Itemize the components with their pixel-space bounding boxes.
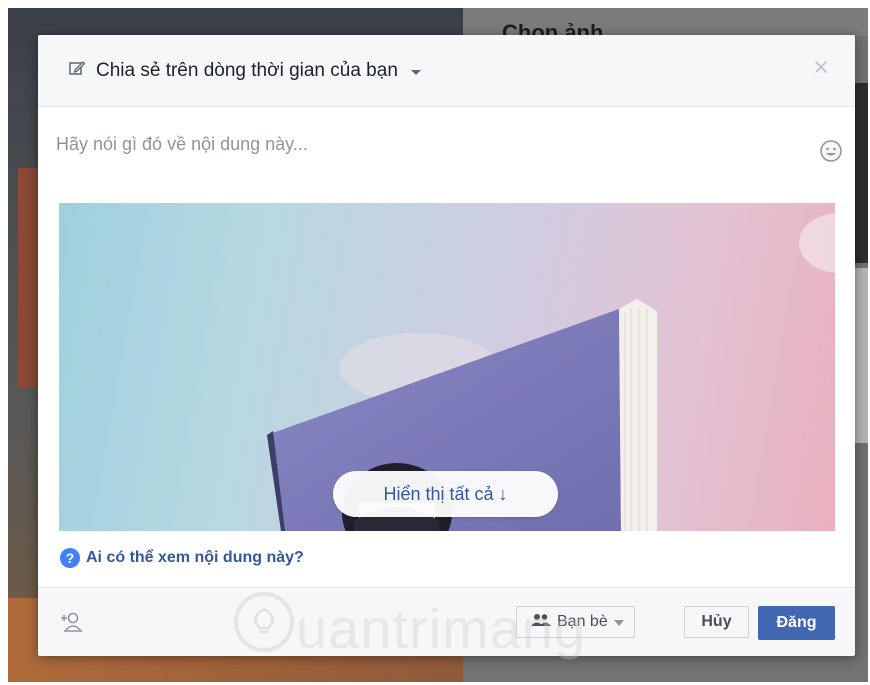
pencil-icon — [68, 59, 86, 83]
emoji-button[interactable] — [819, 139, 843, 163]
cancel-button[interactable]: Hủy — [684, 606, 749, 638]
dialog-footer: Bạn bè Hủy Đăng — [38, 587, 855, 656]
emoji-icon — [819, 140, 843, 167]
share-destination-selector[interactable]: Chia sẻ trên dòng thời gian của bạn — [68, 59, 422, 83]
status-composer-input[interactable] — [54, 128, 808, 160]
privacy-help-link[interactable]: ? Ai có thể xem nội dung này? — [60, 548, 304, 568]
chevron-down-icon — [410, 61, 422, 83]
audience-label: Bạn bè — [557, 613, 608, 630]
dialog-header: Chia sẻ trên dòng thời gian của bạn — [38, 35, 855, 107]
privacy-help-label: Ai có thể xem nội dung này? — [86, 549, 304, 566]
audience-selector[interactable]: Bạn bè — [516, 606, 635, 638]
post-button[interactable]: Đăng — [758, 606, 835, 640]
share-title-label: Chia sẻ trên dòng thời gian của bạn — [96, 60, 398, 81]
show-all-button[interactable]: Hiển thị tất cả ↓ — [333, 471, 558, 517]
share-dialog: Chia sẻ trên dòng thời gian của bạn Hãy … — [38, 35, 855, 656]
close-icon — [809, 61, 833, 83]
chevron-down-icon — [613, 613, 624, 631]
friends-icon — [531, 613, 551, 632]
question-icon: ? — [60, 548, 80, 568]
tag-friends-icon — [58, 612, 84, 638]
tag-friends-button[interactable] — [58, 610, 84, 634]
close-button[interactable] — [809, 55, 833, 79]
